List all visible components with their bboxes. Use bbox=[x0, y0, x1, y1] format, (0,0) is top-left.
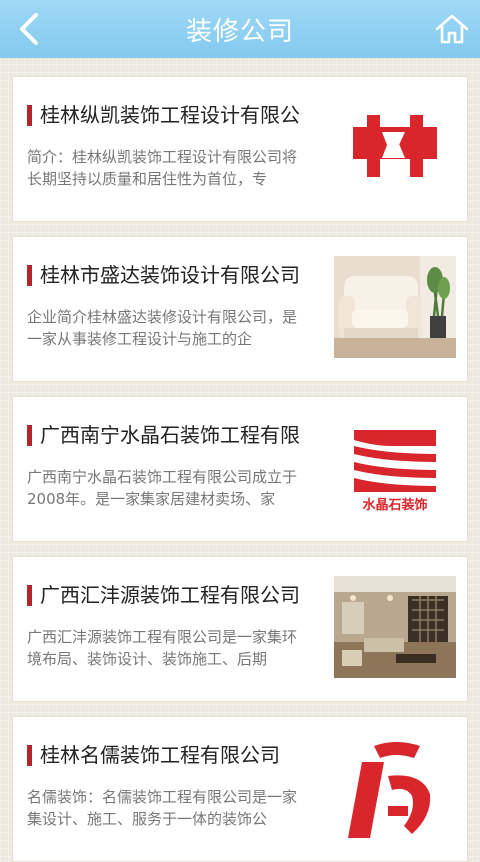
company-name: 桂林纵凯装饰工程设计有限公 bbox=[40, 103, 300, 127]
title-accent-bar bbox=[27, 745, 32, 766]
title-accent-bar bbox=[27, 585, 32, 606]
company-name: 广西南宁水晶石装饰工程有限 bbox=[40, 423, 300, 447]
company-description: 企业简介桂林盛达装修设计有限公司，是一家从事装修工程设计与施工的企 bbox=[27, 308, 298, 348]
zongkai-logo bbox=[334, 96, 456, 198]
company-thumbnail: 水晶石装饰 bbox=[334, 416, 456, 518]
company-thumbnail bbox=[334, 576, 456, 678]
company-card[interactable]: 广西南宁水晶石装饰工程有限 广西南宁水晶石装饰工程有限公司成立于2008年。是一… bbox=[12, 396, 468, 542]
company-card[interactable]: 广西汇沣源装饰工程有限公司 广西汇沣源装饰工程有限公司是一家集环境布局、装饰设计… bbox=[12, 556, 468, 702]
company-thumbnail bbox=[334, 256, 456, 358]
shuijingshi-logo: 水晶石装饰 bbox=[334, 416, 456, 518]
home-icon[interactable] bbox=[434, 11, 470, 47]
sofa-photo bbox=[334, 256, 456, 358]
logo-text: 水晶石装饰 bbox=[362, 497, 427, 513]
company-thumbnail bbox=[334, 736, 456, 838]
company-card[interactable]: 桂林纵凯装饰工程设计有限公 简介：桂林纵凯装饰工程设计有限公司将长期坚持以质量和… bbox=[12, 76, 468, 222]
company-name: 桂林市盛达装饰设计有限公司 bbox=[40, 263, 300, 287]
title-accent-bar bbox=[27, 105, 32, 126]
company-card[interactable]: 桂林名儒装饰工程有限公司 名儒装饰：名儒装饰工程有限公司是一家集设计、施工、服务… bbox=[12, 716, 468, 862]
page-title: 装修公司 bbox=[185, 16, 294, 47]
title-accent-bar bbox=[27, 425, 32, 446]
company-card[interactable]: 桂林市盛达装饰设计有限公司 企业简介桂林盛达装修设计有限公司，是一家从事装修工程… bbox=[12, 236, 468, 382]
living-room-photo bbox=[334, 576, 456, 678]
company-name: 桂林名儒装饰工程有限公司 bbox=[40, 743, 280, 767]
company-thumbnail bbox=[334, 96, 456, 198]
title-accent-bar bbox=[27, 265, 32, 286]
chevron-left-icon[interactable] bbox=[10, 9, 50, 49]
company-description: 名儒装饰：名儒装饰工程有限公司是一家集设计、施工、服务于一体的装饰公 bbox=[27, 788, 298, 828]
company-description: 简介：桂林纵凯装饰工程设计有限公司将长期坚持以质量和居住性为首位，专 bbox=[27, 148, 298, 188]
company-name: 广西汇沣源装饰工程有限公司 bbox=[40, 583, 300, 607]
company-description: 广西汇沣源装饰工程有限公司是一家集环境布局、装饰设计、装饰施工、后期 bbox=[27, 628, 298, 668]
app-header: 装修公司 bbox=[0, 0, 480, 58]
company-description: 广西南宁水晶石装饰工程有限公司成立于2008年。是一家集家居建材卖场、家 bbox=[27, 468, 298, 508]
mingru-logo bbox=[334, 736, 456, 838]
